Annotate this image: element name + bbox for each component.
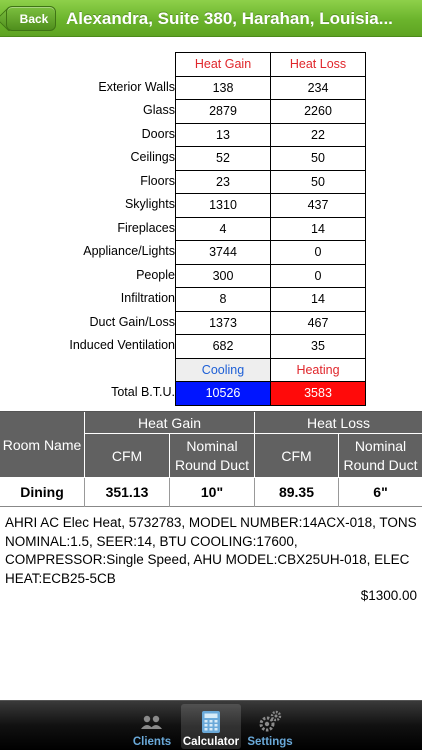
gain-cell: 682 xyxy=(176,335,271,359)
loss-cfm-cell: 89.35 xyxy=(255,478,339,507)
gain-cell: 1310 xyxy=(176,194,271,218)
table-row: 4 14 xyxy=(176,217,366,241)
gain-cell: 52 xyxy=(176,147,271,171)
row-label-floors: Floors xyxy=(140,173,175,188)
heat-gain-header: Heat Gain xyxy=(176,53,271,77)
loss-cell: 35 xyxy=(271,335,366,359)
table-row: 13 22 xyxy=(176,123,366,147)
table-row: 52 50 xyxy=(176,147,366,171)
heating-label: Heating xyxy=(271,358,366,382)
row-label-total-btu: Total B.T.U. xyxy=(111,385,175,399)
back-button-label: Back xyxy=(19,11,49,26)
row-label-skylights: Skylights xyxy=(124,197,175,211)
row-label-ceilings: Ceilings xyxy=(130,150,175,164)
heat-loss-header: Heat Loss xyxy=(271,53,366,77)
gain-cell: 4 xyxy=(176,217,271,241)
total-row: 10526 3583 xyxy=(176,382,366,406)
tab-settings-label: Settings xyxy=(247,736,293,748)
calculator-icon xyxy=(202,711,220,733)
loss-nominal-text: Nominal xyxy=(354,438,407,454)
gain-duct-cell: 10" xyxy=(170,478,255,507)
gain-cell: 1373 xyxy=(176,311,271,335)
gears-icon xyxy=(259,710,282,732)
loss-cell: 0 xyxy=(271,241,366,265)
loss-cell: 2260 xyxy=(271,100,366,124)
tab-calculator[interactable]: Calculator xyxy=(181,704,241,749)
table-row: 8 14 xyxy=(176,288,366,312)
gain-cell: 2879 xyxy=(176,100,271,124)
row-label-fireplaces: Fireplaces xyxy=(117,220,175,235)
row-label-duct-gain-loss: Duct Gain/Loss xyxy=(89,314,175,329)
total-heating-value: 3583 xyxy=(271,382,366,406)
gain-cell: 300 xyxy=(176,264,271,288)
table-row[interactable]: Dining 351.13 10" 89.35 6" xyxy=(0,478,422,507)
room-name-cell: Dining xyxy=(0,478,85,507)
table-row: 3744 0 xyxy=(176,241,366,265)
row-label-people: People xyxy=(136,267,175,282)
row-label-appliance-lights: Appliance/Lights xyxy=(83,244,175,258)
table-row: 1310 437 xyxy=(176,194,366,218)
room-table-header: Room Name Heat Gain Heat Loss CFM Nomina… xyxy=(0,412,422,478)
gain-cell: 8 xyxy=(176,288,271,312)
loss-cell: 14 xyxy=(271,217,366,241)
tab-clients-label: Clients xyxy=(132,736,172,748)
tab-clients[interactable]: Clients xyxy=(122,704,182,749)
loss-cell: 22 xyxy=(271,123,366,147)
table-row: 2879 2260 xyxy=(176,100,366,124)
loss-duct-header: Nominal Round Duct xyxy=(339,434,422,478)
equipment-price: $1300.00 xyxy=(360,588,417,603)
loss-cell: 467 xyxy=(271,311,366,335)
row-label-infiltration: Infiltration xyxy=(120,291,175,305)
nav-bar: Back Alexandra, Suite 380, Harahan, Loui… xyxy=(0,0,422,37)
loss-cell: 437 xyxy=(271,194,366,218)
table-row: 138 234 xyxy=(176,76,366,100)
gain-cell: 23 xyxy=(176,170,271,194)
loss-duct-cell: 6" xyxy=(373,484,388,500)
page-title: Alexandra, Suite 380, Harahan, Louisia..… xyxy=(66,9,393,28)
tab-bar: Clients Calculator Settings xyxy=(0,700,422,750)
back-button[interactable]: Back xyxy=(6,6,56,31)
loss-cell: 50 xyxy=(271,170,366,194)
table-row: 1373 467 xyxy=(176,311,366,335)
gain-cell: 13 xyxy=(176,123,271,147)
row-label-doors: Doors xyxy=(141,126,175,141)
gain-cell: 138 xyxy=(176,76,271,100)
row-label-exterior-walls: Exterior Walls xyxy=(98,79,175,94)
loss-round-duct-text: Round Duct xyxy=(343,457,418,473)
loss-cell: 14 xyxy=(271,288,366,312)
table-row: 300 0 xyxy=(176,264,366,288)
total-cooling-value: 10526 xyxy=(176,382,271,406)
gain-duct-header: Nominal Round Duct xyxy=(170,434,255,478)
mode-row: Cooling Heating xyxy=(176,358,366,382)
row-label-glass: Glass xyxy=(143,103,175,117)
gain-round-duct-text: Round Duct xyxy=(175,457,249,473)
gain-cell: 3744 xyxy=(176,241,271,265)
heat-gain-group-header: Heat Gain xyxy=(85,412,255,434)
room-name-header: Room Name xyxy=(0,412,85,478)
heat-loss-group-header: Heat Loss xyxy=(255,412,422,434)
equipment-description: AHRI AC Elec Heat, 5732783, MODEL NUMBER… xyxy=(5,515,417,586)
gain-nominal-text: Nominal xyxy=(186,438,238,454)
table-row: 682 35 xyxy=(176,335,366,359)
loss-cfm-header: CFM xyxy=(255,434,339,478)
room-table: Room Name Heat Gain Heat Loss CFM Nomina… xyxy=(0,411,422,507)
row-label-induced-ventilation: Induced Ventilation xyxy=(69,338,175,352)
btu-table: Heat Gain Heat Loss 138 234 2879 2260 13… xyxy=(175,52,366,406)
tab-settings[interactable]: Settings xyxy=(240,704,300,749)
people-icon xyxy=(141,715,162,729)
cooling-label: Cooling xyxy=(176,358,271,382)
gain-cfm-cell: 351.13 xyxy=(85,478,170,507)
tab-calculator-label: Calculator xyxy=(182,736,240,748)
table-header-row: Heat Gain Heat Loss xyxy=(176,53,366,77)
loss-cell: 234 xyxy=(271,76,366,100)
loss-cell: 50 xyxy=(271,147,366,171)
loss-cell: 0 xyxy=(271,264,366,288)
table-row: 23 50 xyxy=(176,170,366,194)
gain-cfm-header: CFM xyxy=(85,434,170,478)
